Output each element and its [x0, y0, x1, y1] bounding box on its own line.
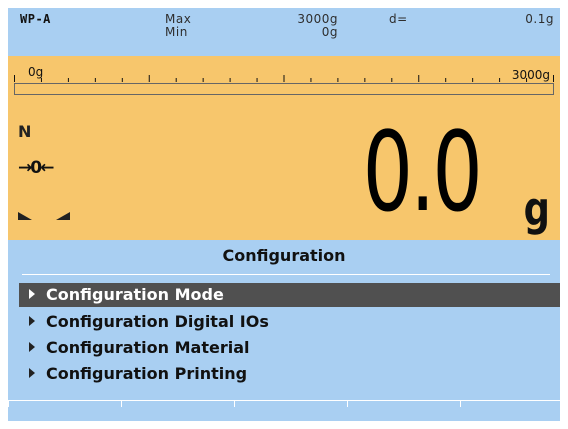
configuration-menu: Configuration Configuration Mode Configu… [8, 240, 560, 390]
chevron-right-icon [29, 316, 35, 326]
softkey-1[interactable] [8, 401, 121, 421]
menu-item-configuration-mode[interactable]: Configuration Mode [19, 283, 560, 307]
weight-value: 0.0 [362, 108, 483, 236]
model-name: WP-A [20, 12, 51, 26]
readability-value: 0.1g [525, 12, 554, 26]
zero-center-icon: →0← [18, 158, 54, 178]
bargraph-ruler [14, 75, 554, 95]
softkey-2[interactable] [121, 401, 234, 421]
capacity-bargraph: 0g 3000g [14, 62, 554, 100]
net-mode-indicator: N [18, 122, 32, 141]
info-header: WP-A Max Min 3000g 0g d= 0.1g [8, 8, 560, 56]
chevron-right-icon [29, 342, 35, 352]
menu-divider [22, 274, 550, 275]
softkey-bar [8, 400, 560, 421]
menu-item-configuration-digital-ios[interactable]: Configuration Digital IOs [19, 310, 560, 334]
scale-display-screen: WP-A Max Min 3000g 0g d= 0.1g 0g 3000g N… [8, 8, 560, 421]
bargraph-min-label: 0g [28, 65, 44, 79]
menu-item-label: Configuration Material [46, 338, 250, 357]
menu-title: Configuration [222, 246, 346, 265]
softkey-3[interactable] [234, 401, 347, 421]
softkey-4[interactable] [347, 401, 460, 421]
weighing-panel: 0g 3000g N →0← 0.0 g [8, 56, 560, 240]
menu-item-configuration-material[interactable]: Configuration Material [19, 336, 560, 360]
softkey-5[interactable] [460, 401, 560, 421]
menu-item-label: Configuration Digital IOs [46, 312, 269, 331]
menu-item-label: Configuration Printing [46, 364, 248, 383]
chevron-right-icon [29, 368, 35, 378]
readability-label: d= [389, 12, 408, 26]
bargraph-max-label: 3000g [511, 68, 550, 82]
menu-item-label: Configuration Mode [46, 285, 224, 304]
min-label: Min [165, 25, 188, 39]
menu-item-configuration-printing[interactable]: Configuration Printing [19, 362, 560, 386]
weight-unit: g [523, 182, 550, 236]
min-value: 0g [321, 25, 338, 39]
stability-icon [18, 212, 70, 220]
chevron-right-icon [29, 289, 35, 299]
